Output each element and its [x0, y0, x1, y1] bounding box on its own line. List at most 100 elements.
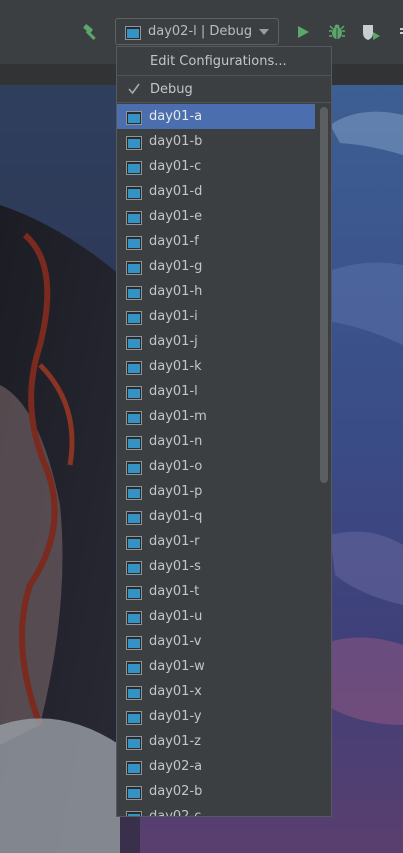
run-configuration-icon	[126, 110, 142, 125]
debug-icon[interactable]	[326, 21, 348, 43]
run-configuration-icon	[126, 285, 142, 300]
run-configuration-icon	[126, 585, 142, 600]
hammer-icon[interactable]	[80, 21, 102, 43]
configuration-item-label: day01-l	[149, 384, 198, 399]
run-configuration-icon	[126, 710, 142, 725]
run-configuration-icon	[126, 160, 142, 175]
debug-mode-item[interactable]: Debug	[117, 76, 331, 102]
run-configuration-icon	[126, 385, 142, 400]
configuration-item-label: day01-o	[149, 459, 203, 474]
configuration-item-label: day01-x	[149, 684, 202, 699]
configuration-item[interactable]: day01-i	[117, 304, 315, 329]
run-configuration-icon	[126, 135, 142, 150]
run-configuration-dropdown[interactable]: day02-l | Debug	[115, 18, 279, 45]
run-configuration-icon	[126, 435, 142, 450]
configuration-item-label: day01-r	[149, 534, 200, 549]
run-configuration-icon	[126, 260, 142, 275]
configuration-item-label: day01-j	[149, 334, 198, 349]
edit-configurations-label: Edit Configurations...	[150, 54, 287, 69]
configuration-item-label: day01-i	[149, 309, 198, 324]
configuration-item[interactable]: day01-m	[117, 404, 315, 429]
run-configuration-icon	[126, 535, 142, 550]
configuration-item[interactable]: day01-c	[117, 154, 315, 179]
run-configuration-icon	[126, 660, 142, 675]
coverage-icon[interactable]	[360, 21, 382, 43]
configuration-item-label: day01-h	[149, 284, 203, 299]
run-configuration-icon	[126, 560, 142, 575]
configuration-item[interactable]: day01-h	[117, 279, 315, 304]
configuration-item-label: day01-q	[149, 509, 203, 524]
configuration-item[interactable]: day02-a	[117, 754, 315, 779]
run-configuration-icon	[126, 360, 142, 375]
configuration-item[interactable]: day01-y	[117, 704, 315, 729]
run-configuration-label: day02-l | Debug	[148, 24, 253, 39]
run-configuration-icon	[126, 210, 142, 225]
debug-mode-label: Debug	[150, 82, 193, 97]
run-icon[interactable]	[292, 21, 314, 43]
configuration-item-label: day01-k	[149, 359, 202, 374]
run-configuration-icon	[126, 510, 142, 525]
configuration-item-label: day01-g	[149, 259, 203, 274]
configuration-item[interactable]: day01-d	[117, 179, 315, 204]
configuration-item[interactable]: day01-n	[117, 429, 315, 454]
configuration-item[interactable]: day01-o	[117, 454, 315, 479]
configuration-item[interactable]: day01-q	[117, 504, 315, 529]
configuration-item-label: day01-d	[149, 184, 203, 199]
configuration-item[interactable]: day01-l	[117, 379, 315, 404]
run-configuration-icon	[125, 25, 141, 40]
run-configuration-icon	[126, 635, 142, 650]
configuration-item[interactable]: day01-z	[117, 729, 315, 754]
configuration-item[interactable]: day01-a	[117, 104, 315, 129]
run-configuration-icon	[126, 235, 142, 250]
configuration-item-label: day01-u	[149, 609, 203, 624]
configuration-item[interactable]: day01-v	[117, 629, 315, 654]
run-configuration-icon	[126, 410, 142, 425]
configuration-item-label: day01-y	[149, 709, 202, 724]
configuration-item[interactable]: day01-p	[117, 479, 315, 504]
configuration-item[interactable]: day01-u	[117, 604, 315, 629]
run-configuration-icon	[126, 610, 142, 625]
configuration-item[interactable]: day02-b	[117, 779, 315, 804]
overflow-icon[interactable]	[393, 21, 403, 43]
run-configuration-icon	[126, 785, 142, 800]
configuration-item-label: day01-v	[149, 634, 202, 649]
configuration-item[interactable]: day01-b	[117, 129, 315, 154]
configuration-item-label: day01-c	[149, 159, 202, 174]
configuration-item[interactable]: day01-s	[117, 554, 315, 579]
configuration-item-label: day01-m	[149, 409, 207, 424]
configuration-item[interactable]: day02-c	[117, 804, 315, 817]
run-configuration-icon	[126, 310, 142, 325]
configuration-item[interactable]: day01-t	[117, 579, 315, 604]
configuration-item[interactable]: day01-j	[117, 329, 315, 354]
run-configuration-icon	[126, 485, 142, 500]
edit-configurations-item[interactable]: Edit Configurations...	[117, 47, 331, 75]
configuration-item-label: day01-n	[149, 434, 203, 449]
configuration-item[interactable]: day01-f	[117, 229, 315, 254]
run-configuration-icon	[126, 810, 142, 816]
configuration-item-label: day01-f	[149, 234, 199, 249]
menu-divider	[117, 102, 331, 103]
configuration-item-label: day01-e	[149, 209, 203, 224]
configuration-list: day01-a day01-b day01-c day01-d day01-e day01…	[117, 104, 331, 817]
configuration-item-label: day01-z	[149, 734, 201, 749]
configuration-item-label: day02-b	[149, 784, 203, 799]
configuration-item-label: day01-a	[149, 109, 203, 124]
configuration-item[interactable]: day01-w	[117, 654, 315, 679]
check-icon	[127, 81, 141, 100]
configuration-item[interactable]: day01-x	[117, 679, 315, 704]
configuration-item-label: day01-w	[149, 659, 205, 674]
chevron-down-icon	[259, 29, 269, 35]
configuration-item[interactable]: day01-k	[117, 354, 315, 379]
run-configuration-icon	[126, 685, 142, 700]
configuration-item-label: day01-s	[149, 559, 201, 574]
configuration-item-label: day02-c	[149, 809, 202, 817]
configuration-item[interactable]: day01-r	[117, 529, 315, 554]
configuration-item-label: day01-t	[149, 584, 200, 599]
configuration-item-label: day01-p	[149, 484, 203, 499]
configuration-item-label: day01-b	[149, 134, 203, 149]
configuration-item[interactable]: day01-g	[117, 254, 315, 279]
run-configuration-icon	[126, 460, 142, 475]
run-configuration-popup: Edit Configurations... Debug day01-a day0…	[116, 46, 332, 817]
scrollbar-thumb[interactable]	[320, 107, 328, 483]
configuration-item[interactable]: day01-e	[117, 204, 315, 229]
